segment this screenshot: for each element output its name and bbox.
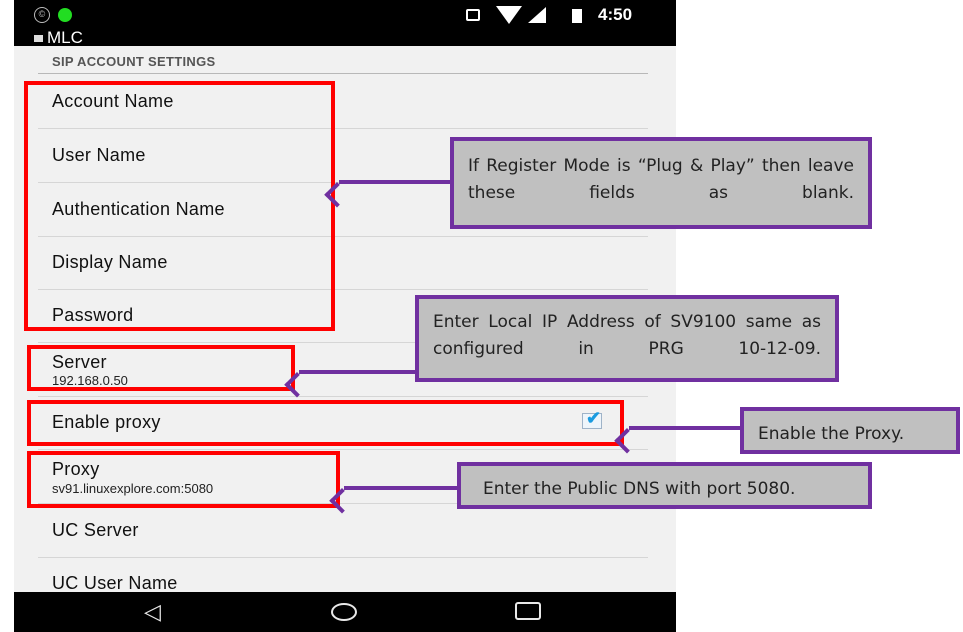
app-title: MLC	[47, 28, 83, 47]
enable-proxy-callout: Enable the Proxy.	[740, 407, 960, 454]
battery-icon	[572, 9, 582, 23]
notification-icon: ©	[34, 7, 50, 23]
server-arrow	[299, 370, 417, 374]
uc-user-name-setting[interactable]: UC User Name	[52, 573, 178, 594]
divider	[38, 557, 648, 558]
recent-apps-icon[interactable]	[515, 602, 541, 620]
back-icon[interactable]: ◁	[144, 601, 161, 623]
status-bar: © 4:50	[14, 0, 676, 30]
credentials-highlight-box	[24, 81, 335, 331]
navigation-bar: ◁	[14, 592, 676, 632]
proxy-dns-callout: Enter the Public DNS with port 5080.	[457, 462, 872, 509]
proxy-arrow	[344, 486, 458, 490]
home-icon[interactable]	[331, 603, 357, 621]
server-highlight-box	[27, 345, 295, 391]
divider	[38, 396, 648, 397]
section-divider	[38, 73, 648, 74]
enable-proxy-arrow	[629, 426, 742, 430]
app-notification-icon	[58, 8, 72, 22]
signal-icon	[528, 7, 546, 23]
wifi-icon	[496, 6, 522, 24]
vibrate-icon	[466, 9, 480, 21]
register-mode-arrow	[339, 180, 453, 184]
register-mode-callout: If Register Mode is “Plug & Play” then l…	[450, 137, 872, 229]
section-header: SIP ACCOUNT SETTINGS	[52, 54, 216, 69]
proxy-highlight-box	[27, 451, 340, 508]
clock: 4:50	[598, 5, 633, 24]
enable-proxy-highlight-box	[27, 400, 624, 446]
app-bar: MLC	[14, 28, 676, 47]
app-icon	[34, 35, 43, 42]
uc-server-setting[interactable]: UC Server	[52, 520, 139, 541]
divider	[38, 449, 648, 450]
server-callout: Enter Local IP Address of SV9100 same as…	[415, 295, 839, 382]
